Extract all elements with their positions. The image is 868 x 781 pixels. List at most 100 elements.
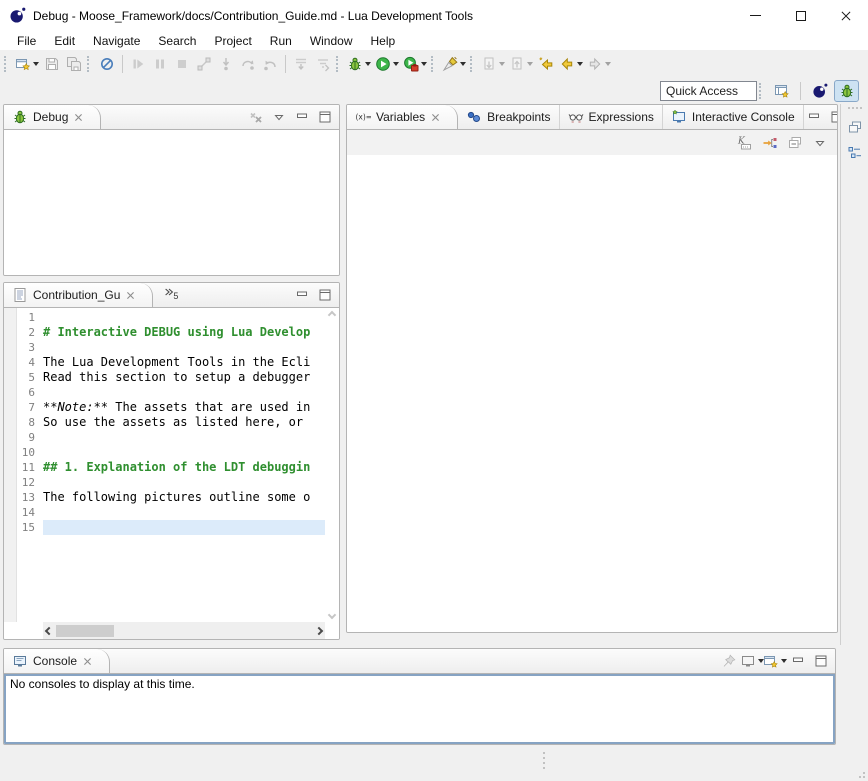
outline-view-button[interactable] — [844, 142, 865, 163]
debug-perspective-button[interactable] — [834, 80, 859, 102]
tab-console[interactable]: Console — [4, 649, 110, 673]
collapse-all-button[interactable] — [784, 132, 805, 153]
maximize-view-button[interactable] — [810, 651, 831, 672]
previous-annotation-button[interactable] — [507, 53, 535, 75]
tab-debug[interactable]: Debug — [4, 105, 101, 129]
display-selected-console-button[interactable] — [741, 651, 762, 672]
tab-interactive-console[interactable]: Interactive Console — [663, 105, 804, 129]
dropdown-arrow-icon[interactable] — [460, 62, 466, 66]
resume-button[interactable] — [127, 53, 149, 75]
maximize-view-button[interactable] — [314, 285, 335, 306]
remove-all-terminated-button[interactable] — [245, 107, 266, 128]
menu-edit[interactable]: Edit — [45, 34, 84, 48]
scroll-up-icon[interactable] — [328, 311, 336, 319]
menu-window[interactable]: Window — [301, 34, 362, 48]
terminate-button[interactable] — [171, 53, 193, 75]
dropdown-arrow-icon[interactable] — [33, 62, 39, 66]
drop-to-frame-button[interactable] — [290, 53, 312, 75]
editor-code-area[interactable]: 12# Interactive DEBUG using Lua Develop3… — [17, 308, 325, 622]
editor-line[interactable]: 14 — [17, 505, 325, 520]
editor-line[interactable]: 12 — [17, 475, 325, 490]
toolbar-grip[interactable] — [336, 56, 341, 72]
save-button[interactable] — [41, 53, 63, 75]
scroll-left-icon[interactable] — [45, 626, 53, 634]
close-tab-icon[interactable] — [430, 112, 441, 123]
next-annotation-button[interactable] — [479, 53, 507, 75]
window-minimize-button[interactable] — [733, 0, 778, 31]
disconnect-button[interactable] — [193, 53, 215, 75]
dropdown-arrow-icon[interactable] — [527, 62, 533, 66]
quick-access-field[interactable]: Quick Access — [660, 81, 757, 101]
scroll-right-icon[interactable] — [315, 626, 323, 634]
close-tab-icon[interactable] — [73, 112, 84, 123]
step-over-button[interactable] — [237, 53, 259, 75]
dropdown-arrow-icon[interactable] — [605, 62, 611, 66]
hidden-editors-chevron[interactable]: 5 — [153, 283, 188, 307]
dropdown-arrow-icon[interactable] — [499, 62, 505, 66]
suspend-button[interactable] — [149, 53, 171, 75]
restore-view-button[interactable] — [844, 116, 865, 137]
view-menu-button[interactable] — [268, 107, 289, 128]
close-tab-icon[interactable] — [125, 290, 136, 301]
pin-console-button[interactable] — [718, 651, 739, 672]
toolbar-grip[interactable] — [87, 56, 92, 72]
skip-all-breakpoints-button[interactable] — [96, 53, 118, 75]
step-into-button[interactable] — [215, 53, 237, 75]
scrollbar-thumb[interactable] — [56, 625, 114, 637]
dropdown-arrow-icon[interactable] — [781, 659, 787, 663]
minimize-view-button[interactable] — [291, 107, 312, 128]
view-menu-button[interactable] — [809, 132, 830, 153]
editor-line[interactable]: 4The Lua Development Tools in the Ecli — [17, 355, 325, 370]
menu-navigate[interactable]: Navigate — [84, 34, 149, 48]
editor-line[interactable]: 8So use the assets as listed here, or — [17, 415, 325, 430]
lua-perspective-button[interactable] — [807, 80, 832, 102]
menu-run[interactable]: Run — [261, 34, 301, 48]
editor-line[interactable]: 3 — [17, 340, 325, 355]
forward-button[interactable] — [585, 53, 613, 75]
dropdown-arrow-icon[interactable] — [365, 62, 371, 66]
menu-help[interactable]: Help — [362, 34, 405, 48]
toolbar-grip[interactable] — [4, 56, 9, 72]
menu-search[interactable]: Search — [149, 34, 205, 48]
search-button[interactable] — [440, 53, 468, 75]
minimize-view-button[interactable] — [804, 107, 825, 128]
editor-line[interactable]: 1 — [17, 310, 325, 325]
editor-line[interactable]: 11## 1. Explanation of the LDT debuggin — [17, 460, 325, 475]
maximize-view-button[interactable] — [314, 107, 335, 128]
editor-line[interactable]: 6 — [17, 385, 325, 400]
editor-horizontal-scrollbar[interactable] — [43, 622, 325, 639]
step-return-button[interactable] — [259, 53, 281, 75]
maximize-view-button[interactable] — [827, 107, 838, 128]
editor-line[interactable]: 15 — [17, 520, 325, 535]
dropdown-arrow-icon[interactable] — [577, 62, 583, 66]
editor-line[interactable]: 5Read this section to setup a debugger — [17, 370, 325, 385]
editor-line[interactable]: 2# Interactive DEBUG using Lua Develop — [17, 325, 325, 340]
scroll-down-icon[interactable] — [328, 611, 336, 619]
edge-bar-grip[interactable] — [848, 107, 862, 109]
toolbar-grip[interactable] — [470, 56, 475, 72]
window-close-button[interactable] — [823, 0, 868, 31]
show-type-names-button[interactable]: K — [734, 132, 755, 153]
save-all-button[interactable] — [63, 53, 85, 75]
annotation-ruler[interactable] — [4, 308, 17, 622]
tab-expressions[interactable]: Expressions — [560, 105, 663, 129]
menu-project[interactable]: Project — [205, 34, 260, 48]
run-button[interactable] — [373, 53, 401, 75]
use-step-filters-button[interactable] — [312, 53, 334, 75]
tab-variables[interactable]: (x)=Variables — [347, 105, 458, 129]
last-edit-location-button[interactable] — [535, 53, 557, 75]
tab-breakpoints[interactable]: Breakpoints — [458, 105, 559, 129]
open-console-button[interactable] — [764, 651, 785, 672]
back-button[interactable] — [557, 53, 585, 75]
editor-vertical-scrollbar[interactable] — [325, 308, 339, 622]
tab-contribution-guide[interactable]: Contribution_Gu — [4, 283, 153, 307]
minimize-view-button[interactable] — [787, 651, 808, 672]
show-logical-structure-button[interactable] — [759, 132, 780, 153]
toolbar-grip[interactable] — [431, 56, 436, 72]
menu-file[interactable]: File — [8, 34, 45, 48]
dropdown-arrow-icon[interactable] — [393, 62, 399, 66]
close-tab-icon[interactable] — [82, 656, 93, 667]
minimize-view-button[interactable] — [291, 285, 312, 306]
editor-line[interactable]: 9 — [17, 430, 325, 445]
status-splitter-handle[interactable] — [543, 752, 545, 769]
